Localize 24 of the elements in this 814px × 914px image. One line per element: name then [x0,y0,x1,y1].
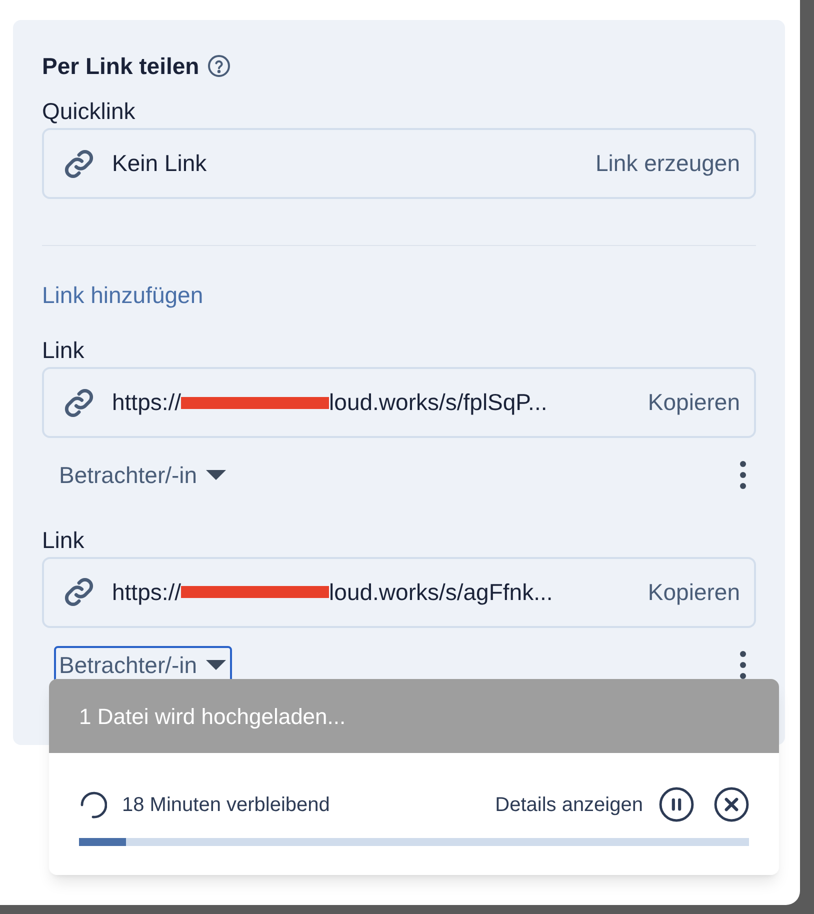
pause-button[interactable] [659,787,694,822]
role-dropdown[interactable]: Betrachter/-in [54,456,232,494]
time-remaining: 18 Minuten verbleibend [122,792,331,818]
copy-button[interactable]: Kopieren [648,385,740,420]
link-icon [62,575,96,609]
field-label: Quicklink [42,97,136,126]
quicklink-value: Kein Link [112,149,208,178]
spinner-icon [79,790,107,820]
link-url-start: https:// [112,578,182,607]
details-link[interactable]: Details anzeigen [495,790,643,820]
link-url-start: https:// [112,388,182,418]
section-title: Per Link teilen [42,52,200,81]
caret-icon [205,469,228,482]
caret-icon [205,658,228,671]
field-label: Link [42,526,86,554]
link-url-end: loud.works/s/fplSqP... [329,388,548,418]
add-link-button[interactable]: Link hinzufügen [42,280,204,310]
copy-button[interactable]: Kopieren [648,574,740,610]
link-url-end: loud.works/s/agFfnk... [329,578,553,607]
field-label: Link [42,336,86,365]
upload-title: 1 Datei wird hochgeladen... [79,702,346,731]
create-link-button[interactable]: Link erzeugen [596,146,740,181]
close-icon[interactable] [714,787,749,822]
help-icon[interactable] [207,54,232,78]
